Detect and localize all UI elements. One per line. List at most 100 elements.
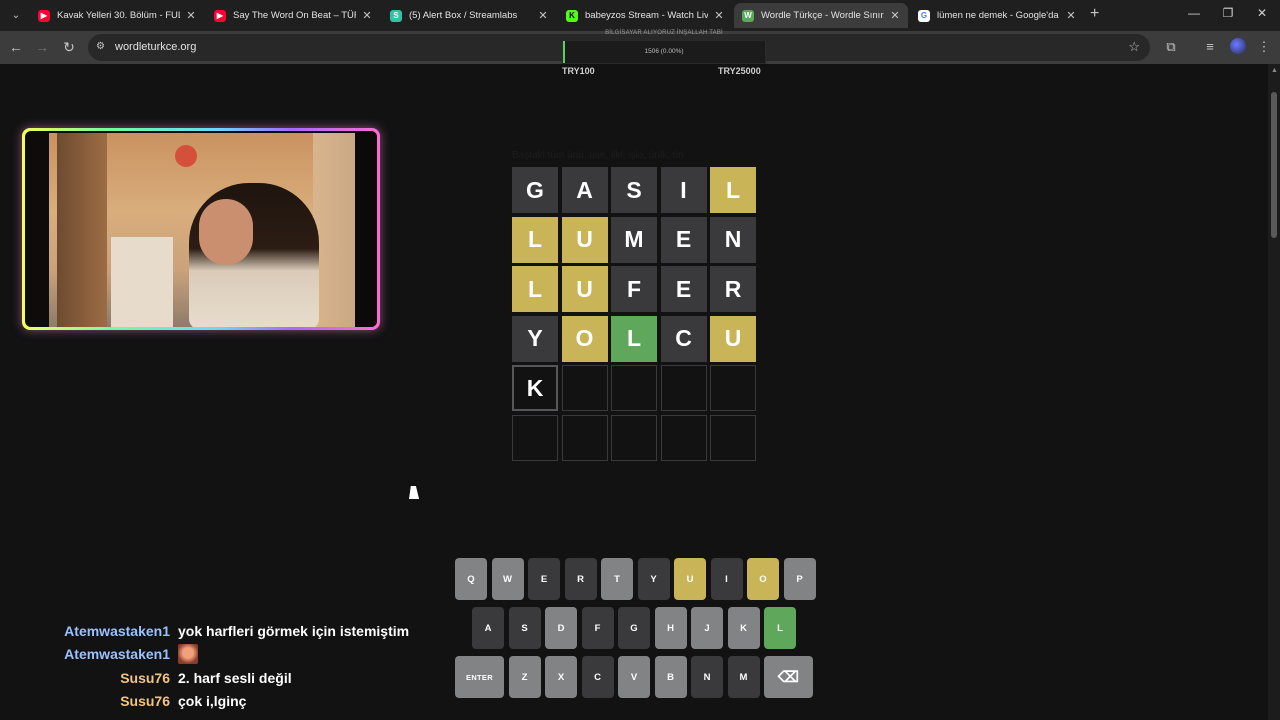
board-tile: E	[660, 266, 707, 312]
board-tile: G	[512, 167, 558, 213]
key-l[interactable]: L	[764, 607, 796, 649]
key-d[interactable]: D	[545, 607, 577, 649]
tab-close-icon[interactable]: ✕	[888, 9, 902, 22]
key-c[interactable]: C	[581, 656, 614, 698]
tab-title: (5) Alert Box / Streamlabs	[409, 10, 518, 21]
key-y[interactable]: Y	[637, 558, 670, 600]
board-tile	[660, 414, 707, 461]
key-a[interactable]: A	[472, 607, 504, 649]
key-o[interactable]: O	[747, 558, 779, 600]
reload-icon[interactable]: ↻	[61, 39, 77, 56]
goal-min-label: TRY100	[562, 66, 595, 76]
minimize-icon[interactable]: —	[1184, 6, 1204, 20]
board-tile: L	[512, 216, 558, 263]
board-tile: U	[710, 315, 756, 362]
tab-close-icon[interactable]: ✕	[184, 9, 198, 22]
restore-icon[interactable]: ❐	[1218, 6, 1238, 20]
key-k[interactable]: K	[727, 607, 760, 649]
tab-close-icon[interactable]: ✕	[1064, 9, 1078, 22]
tab-close-icon[interactable]: ✕	[536, 9, 550, 22]
menu-kebab-icon[interactable]: ⋮	[1256, 39, 1272, 55]
browser-tab[interactable]: ▶ Say The Word On Beat – TÜRKÇ ✕	[206, 3, 380, 28]
page-scrollbar[interactable]: ▲	[1268, 64, 1280, 720]
url-text[interactable]: wordleturkce.org	[115, 41, 196, 53]
chat-text: yok harfleri görmek için istemiştim	[178, 623, 410, 639]
browser-tab[interactable]: Kbabeyzos Stream - Watch Live o ✕	[558, 3, 732, 28]
enter-key[interactable]: ENTER	[455, 656, 504, 698]
clock-icon	[175, 145, 197, 167]
goal-max-label: TRY25000	[718, 66, 761, 76]
bookmark-star-icon[interactable]: ☆	[1128, 39, 1140, 55]
kick-icon: K	[566, 9, 578, 22]
key-n[interactable]: N	[691, 656, 723, 698]
key-t[interactable]: T	[601, 558, 633, 600]
key-j[interactable]: J	[691, 607, 723, 649]
key-x[interactable]: X	[545, 656, 577, 698]
board-tile	[512, 414, 558, 461]
media-controls-icon[interactable]: ≡	[1202, 39, 1218, 54]
extensions-icon[interactable]: ⧉	[1163, 39, 1179, 55]
board-tile: C	[660, 315, 707, 362]
goal-progress-text: 1506 (0.00%)	[644, 48, 684, 55]
key-h[interactable]: H	[654, 607, 687, 649]
youtube-icon: ▶	[214, 9, 226, 22]
board-tile: E	[660, 216, 707, 263]
board-tile: L	[611, 315, 657, 362]
window-close-icon[interactable]: ✕	[1252, 6, 1272, 20]
key-i[interactable]: I	[710, 558, 743, 600]
browser-tab[interactable]: S (5) Alert Box / Streamlabs ✕	[382, 3, 556, 28]
tab-search-icon[interactable]: ⌄	[6, 5, 26, 25]
board-tile: N	[710, 216, 756, 263]
board-tile	[611, 365, 657, 411]
youtube-icon: ▶	[38, 9, 50, 22]
board-tile: U	[561, 216, 608, 263]
tab-title: babeyzos Stream - Watch Live o	[585, 10, 708, 21]
key-b[interactable]: B	[654, 656, 687, 698]
browser-tab[interactable]: W Wordle Türkçe - Wordle Sınırsız ✕	[734, 3, 908, 28]
key-w[interactable]: W	[491, 558, 524, 600]
chat-message: Susu76 2. harf sesli değil	[0, 667, 291, 689]
key-q[interactable]: Q	[455, 558, 487, 600]
key-m[interactable]: M	[727, 656, 760, 698]
key-v[interactable]: V	[618, 656, 650, 698]
key-s[interactable]: S	[508, 607, 541, 649]
board-tile	[561, 365, 608, 411]
browser-tab[interactable]: Glümen ne demek - Google'da A ✕	[910, 3, 1084, 28]
backspace-icon[interactable]: ⌫	[764, 656, 813, 698]
key-e[interactable]: E	[528, 558, 560, 600]
board-tile: M	[611, 216, 657, 263]
chat-username: Susu76	[120, 670, 170, 686]
tab-close-icon[interactable]: ✕	[712, 9, 726, 22]
key-z[interactable]: Z	[508, 656, 541, 698]
board-tile: S	[611, 167, 657, 213]
wordle-hint: Baştaki tüm ünü, üse, ilki, işlo, ünlk, …	[512, 150, 684, 161]
key-f[interactable]: F	[581, 607, 614, 649]
scroll-up-icon[interactable]: ▲	[1271, 67, 1278, 74]
scroll-thumb[interactable]	[1271, 92, 1277, 238]
key-u[interactable]: U	[674, 558, 706, 600]
chat-message: Atemwastaken1	[0, 643, 198, 665]
board-tile: U	[561, 266, 608, 312]
board-tile: L	[710, 167, 756, 213]
tab-close-icon[interactable]: ✕	[360, 9, 374, 22]
webcam-video	[25, 131, 377, 327]
keyboard-row-2: ASDFGHJKL	[472, 607, 796, 649]
webcam-overlay	[22, 128, 380, 330]
board-tile	[710, 365, 756, 411]
forward-icon[interactable]: →	[34, 39, 50, 55]
back-icon[interactable]: ←	[8, 39, 24, 55]
board-tile: Y	[512, 315, 558, 362]
new-tab-icon[interactable]: +	[1090, 6, 1104, 22]
tab-title: Kavak Yelleri 30. Bölüm - FULL	[57, 10, 180, 21]
key-p[interactable]: P	[783, 558, 816, 600]
browser-tab[interactable]: ▶ Kavak Yelleri 30. Bölüm - FULL ✕	[30, 3, 204, 28]
site-settings-icon[interactable]: ⚙	[96, 41, 110, 53]
board-tile: A	[561, 167, 608, 213]
key-g[interactable]: G	[618, 607, 650, 649]
tab-title: lümen ne demek - Google'da A	[937, 10, 1060, 21]
board-tile	[660, 365, 707, 411]
key-r[interactable]: R	[564, 558, 597, 600]
wordle-icon: W	[742, 9, 754, 22]
chat-message: Susu76 çok i,lginç	[0, 690, 246, 712]
profile-avatar[interactable]	[1230, 38, 1246, 54]
